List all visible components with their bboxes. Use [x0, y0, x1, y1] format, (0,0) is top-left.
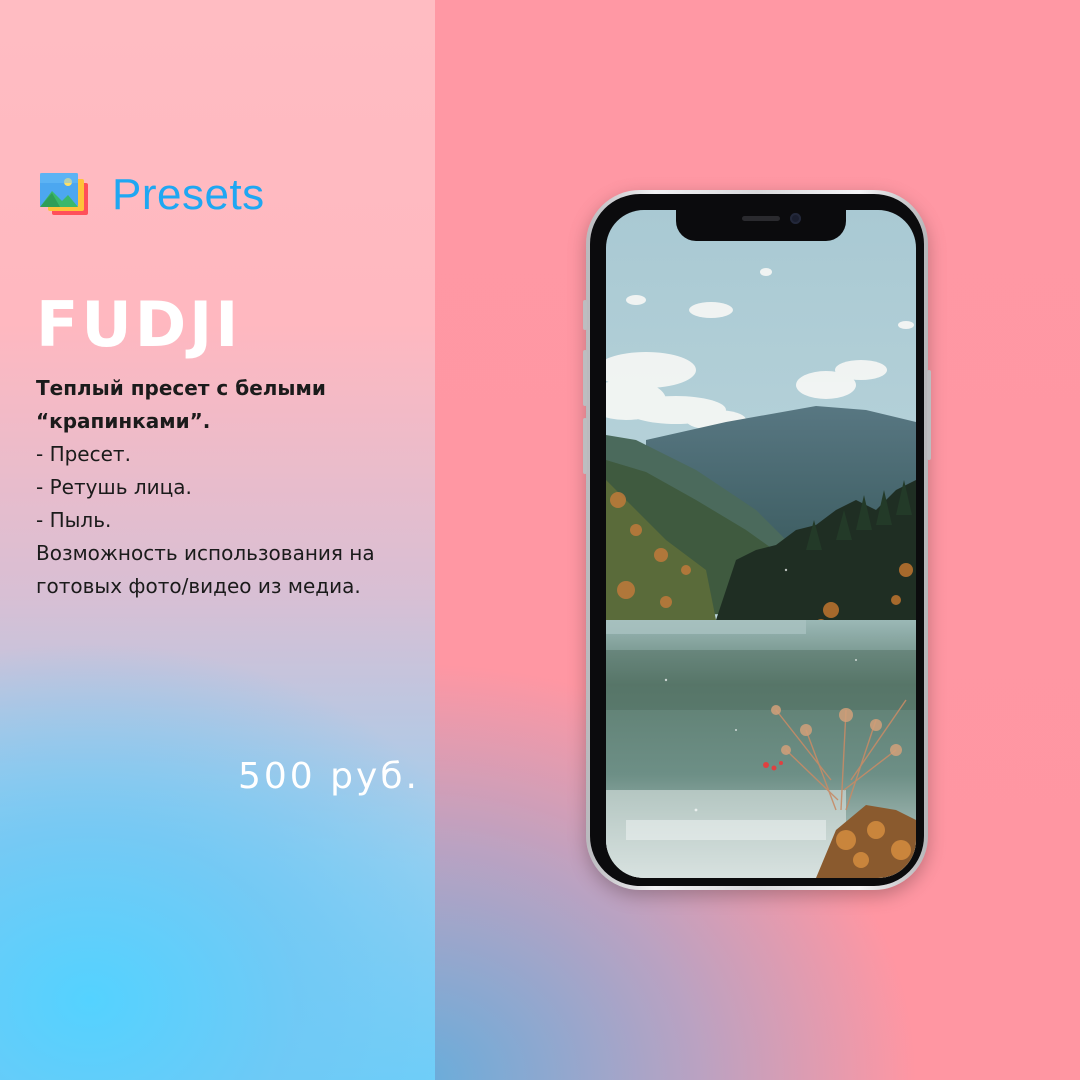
- speaker-grille: [742, 216, 780, 221]
- usage-note: Возможность использования на готовых фот…: [36, 541, 375, 598]
- mountain-lake-landscape: [606, 210, 916, 878]
- brand-title: Presets: [112, 170, 265, 219]
- phone-bezel: [590, 194, 924, 886]
- feature-item: - Ретушь лица.: [36, 475, 192, 499]
- image-stack-icon: [38, 171, 90, 219]
- product-name: FUDJI: [36, 288, 242, 361]
- price-label: 500 руб.: [238, 756, 420, 797]
- phone-screen-photo: [606, 210, 916, 878]
- volume-up-button: [583, 350, 587, 406]
- description-lead: Теплый пресет с белыми “крапинками”.: [36, 376, 326, 433]
- power-button: [927, 370, 931, 460]
- volume-down-button: [583, 418, 587, 474]
- feature-item: - Пресет.: [36, 442, 131, 466]
- phone-notch: [676, 209, 846, 241]
- brand-logo: Presets: [38, 170, 265, 220]
- feature-item: - Пыль.: [36, 508, 112, 532]
- product-description: Теплый пресет с белыми “крапинками”. - П…: [36, 372, 416, 603]
- phone-mockup: [583, 190, 931, 890]
- front-camera-icon: [790, 213, 801, 224]
- mute-switch: [583, 300, 587, 330]
